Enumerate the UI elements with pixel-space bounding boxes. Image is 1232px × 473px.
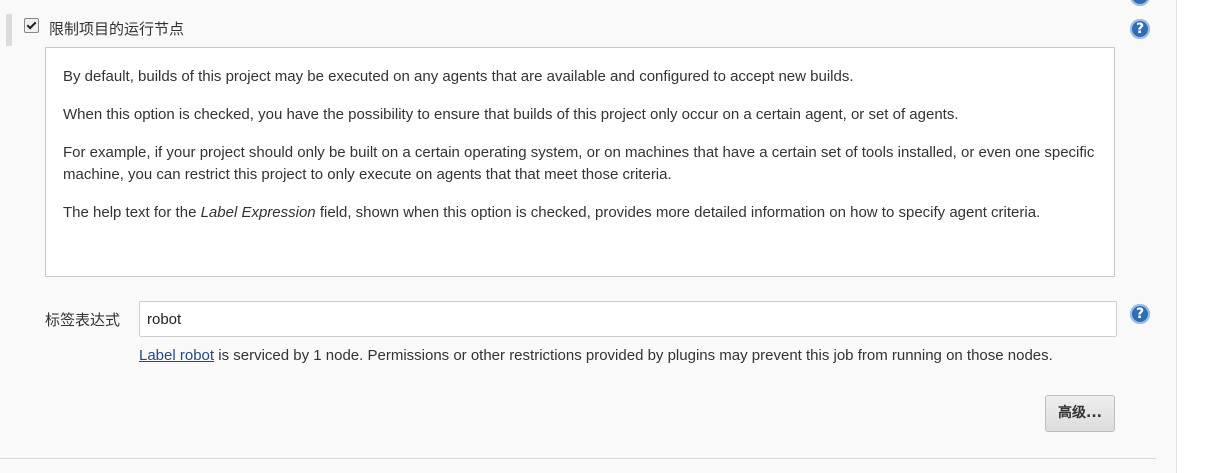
- help-icon[interactable]: ?: [1130, 304, 1150, 324]
- help-text-emphasis: Label Expression: [200, 204, 316, 221]
- advanced-button[interactable]: 高级...: [1045, 395, 1115, 432]
- right-gutter: [1176, 0, 1232, 473]
- label-link[interactable]: Label robot: [139, 347, 214, 364]
- label-expression-input[interactable]: [139, 301, 1117, 337]
- label-expression-label: 标签表达式: [45, 312, 121, 329]
- validation-text: is serviced by 1 node. Permissions or ot…: [214, 347, 1053, 364]
- restrict-node-label: 限制项目的运行节点: [49, 21, 185, 38]
- help-paragraph: By default, builds of this project may b…: [63, 68, 854, 85]
- job-config-page: ? 限制项目的运行节点 ? By default, builds of this…: [0, 0, 1232, 473]
- help-icon[interactable]: ?: [1130, 0, 1150, 6]
- restrict-node-option: 限制项目的运行节点: [24, 18, 184, 39]
- help-text-segment: The help text for the: [63, 204, 201, 221]
- help-text-segment: field, shown when this option is checked…: [315, 204, 1041, 221]
- label-validation-message: Label robot is serviced by 1 node. Permi…: [139, 344, 1099, 367]
- help-paragraph: For example, if your project should only…: [63, 144, 1095, 183]
- section-divider: [0, 458, 1156, 459]
- help-panel: By default, builds of this project may b…: [45, 47, 1115, 277]
- help-paragraph: When this option is checked, you have th…: [63, 106, 959, 123]
- help-icon[interactable]: ?: [1130, 19, 1150, 39]
- help-paragraph: The help text for the Label Expression f…: [63, 202, 1098, 224]
- restrict-node-checkbox[interactable]: [24, 18, 39, 33]
- section-indent-bar: [6, 14, 12, 46]
